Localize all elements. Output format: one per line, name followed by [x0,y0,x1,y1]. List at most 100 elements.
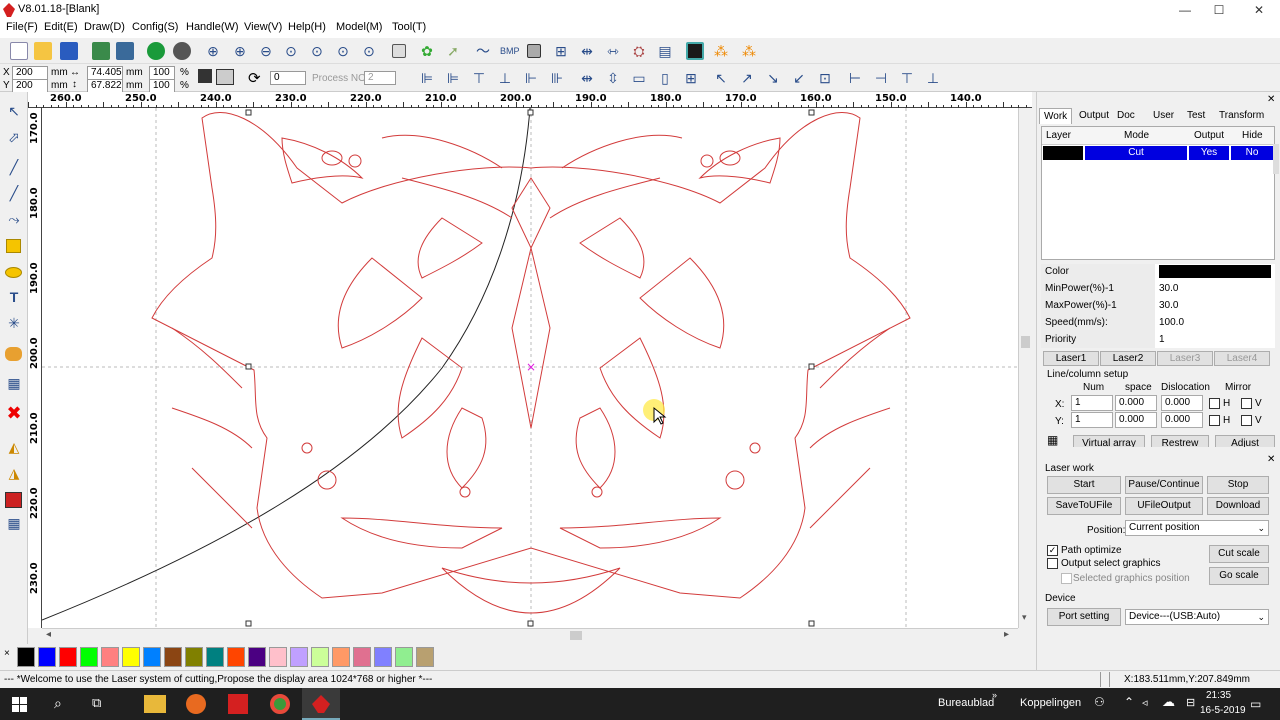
array-x-dislocation-input[interactable]: 0.000 [1161,395,1203,411]
color-swatch[interactable] [248,647,266,667]
tab-transform[interactable]: Transform [1215,108,1268,124]
align-top-icon[interactable]: ⊤ [470,69,488,87]
restrew-button[interactable]: Restrew [1151,435,1209,447]
file-explorer-icon[interactable] [144,695,166,713]
array-tool-icon[interactable]: ▦ [5,514,23,532]
task-view-icon[interactable]: ⧉ [92,695,101,711]
prop-color-value[interactable] [1159,265,1271,278]
menu-model[interactable]: Model(M) [336,21,382,33]
y-position-input[interactable]: 200 [12,79,48,93]
array-y-mirror-v-checkbox[interactable] [1241,415,1252,426]
move-left-icon[interactable]: ⊢ [846,69,864,87]
color-swatch[interactable] [290,647,308,667]
no-color-icon[interactable]: × [4,648,10,659]
export-icon[interactable] [116,42,134,60]
dot-tool-icon[interactable]: ✳ [5,314,23,332]
align-vcenter-icon[interactable]: ⊩ [522,69,540,87]
laserwork-close-icon[interactable]: ✕ [1267,454,1275,465]
layer-mode[interactable]: Cut [1085,146,1187,160]
node-edit-icon[interactable]: ✿ [418,42,436,60]
selected-position-checkbox[interactable] [1061,573,1072,584]
port-setting-button[interactable]: Port setting [1047,608,1121,626]
prop-maxpower-value[interactable]: 30.0 [1159,300,1178,311]
prop-speed-value[interactable]: 100.0 [1159,317,1184,328]
scroll-thumb[interactable] [570,631,582,640]
move-up-icon[interactable]: ⊤ [898,69,916,87]
lock-icon[interactable] [198,69,212,83]
new-file-icon[interactable] [10,42,28,60]
bitmap-tool-icon[interactable] [5,347,22,361]
grid-dots-icon[interactable]: ⁂ [712,42,730,60]
panel-close-icon[interactable]: ✕ [1267,94,1275,105]
menu-edit[interactable]: Edit(E) [44,21,78,33]
pdf-reader-icon[interactable] [228,694,248,714]
align-icon[interactable]: ⇹ [578,42,596,60]
tab-work[interactable]: Work [1039,108,1073,124]
color-swatch[interactable] [416,647,434,667]
curve-smooth-icon[interactable]: ➚ [444,42,462,60]
frame-icon[interactable] [527,44,541,58]
color-swatch[interactable] [353,647,371,667]
pause-continue-button[interactable]: Pause/Continue [1125,476,1203,494]
zoom-in-icon[interactable]: ⊕ [204,42,222,60]
save-to-ufile-button[interactable]: SaveToUFile [1047,497,1121,515]
align-hcenter-icon[interactable]: ⊪ [548,69,566,87]
color-swatch[interactable] [311,647,329,667]
open-file-icon[interactable] [34,42,52,60]
layer-hide[interactable]: No [1231,146,1273,160]
path-optimize-checkbox[interactable]: ✓ [1047,545,1058,556]
move-center-icon[interactable]: ⊡ [816,69,834,87]
layer-output[interactable]: Yes [1189,146,1229,160]
zoom-all-icon[interactable]: ⊙ [360,42,378,60]
align-left-icon[interactable]: ⊫ [418,69,436,87]
move-bottom-left-icon[interactable]: ↙ [790,69,808,87]
monitor-icon[interactable] [686,42,704,60]
cloud-icon[interactable]: ☁ [1162,694,1175,710]
polyline-tool-icon[interactable]: ╱ [5,184,23,202]
clock-time[interactable]: 21:35 [1206,690,1231,701]
menu-handle[interactable]: Handle(W) [186,21,239,33]
rectangle-tool-icon[interactable] [6,239,21,253]
color-swatch[interactable] [143,647,161,667]
color-swatch[interactable] [395,647,413,667]
undo-icon[interactable] [147,42,165,60]
windows-start-icon[interactable] [12,697,27,712]
array-x-num-input[interactable]: 1 [1071,395,1113,411]
tab-user[interactable]: User [1149,108,1178,124]
mirror-icon[interactable]: ⇿ [604,42,622,60]
chrome-icon[interactable] [270,694,290,714]
color-swatch[interactable] [332,647,350,667]
active-app-tile[interactable] [302,688,340,720]
menu-tool[interactable]: Tool(T) [392,21,426,33]
align-bottom-icon[interactable]: ⊥ [496,69,514,87]
array-y-mirror-h-checkbox[interactable] [1209,415,1220,426]
color-swatch[interactable] [101,647,119,667]
polyline-icon[interactable]: 〜 [474,42,492,60]
prop-minpower-value[interactable]: 30.0 [1159,283,1178,294]
distribute-h-icon[interactable]: ⇹ [578,69,596,87]
scroll-down-icon[interactable]: ▾ [1022,612,1027,623]
zoom-plus-icon[interactable]: ⊕ [231,42,249,60]
document-icon[interactable]: ▤ [656,42,674,60]
redo-icon[interactable] [173,42,191,60]
device-select[interactable]: Device---(USB:Auto) ⌄ [1125,609,1269,625]
tab-test[interactable]: Test [1183,108,1209,124]
taskbar-koppelingen[interactable]: Koppelingen [1020,697,1081,709]
stop-button[interactable]: Stop [1207,476,1269,494]
adjust-button[interactable]: Adjust [1215,435,1275,447]
zoom-page-icon[interactable]: ⊙ [308,42,326,60]
grid-ratio-icon[interactable] [216,69,234,85]
speaker-icon[interactable]: ◃ [1142,696,1148,709]
x-position-input[interactable]: 200 [12,66,48,80]
import-icon[interactable] [92,42,110,60]
rotate-input[interactable]: 0 [270,71,306,85]
scroll-thumb[interactable] [1021,336,1030,348]
drawing-canvas[interactable]: × [42,108,1018,628]
laser-head-icon[interactable]: ⛭ [630,42,648,60]
same-size-icon[interactable]: ⊞ [682,69,700,87]
scale-height-input[interactable]: 100 [149,79,175,93]
zoom-out-icon[interactable]: ⊖ [257,42,275,60]
go-scale-button[interactable]: Go scale [1209,567,1269,585]
move-top-left-icon[interactable]: ↖ [712,69,730,87]
color-swatch[interactable] [206,647,224,667]
